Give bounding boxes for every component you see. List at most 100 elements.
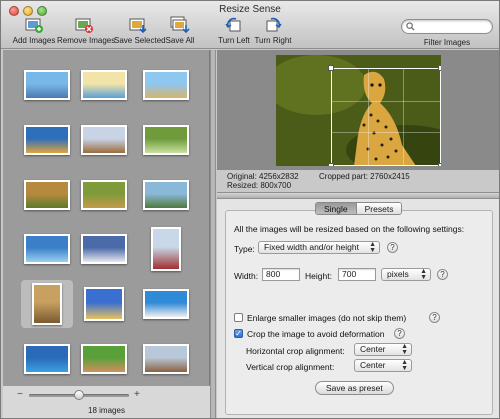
image-thumbnail[interactable] bbox=[81, 234, 127, 264]
image-thumbnail[interactable] bbox=[24, 70, 70, 100]
type-select[interactable]: Fixed width and/or height ▲ ▼ bbox=[258, 241, 380, 254]
thumbnail-image bbox=[145, 127, 187, 153]
remove-images-icon bbox=[75, 18, 93, 33]
thumbnail-size-slider[interactable] bbox=[29, 390, 129, 400]
image-thumbnail[interactable] bbox=[32, 283, 62, 325]
select-arrows-icon: ▲ ▼ bbox=[401, 343, 408, 356]
width-field[interactable]: 800 bbox=[262, 268, 300, 281]
help-icon[interactable]: ? bbox=[387, 242, 398, 253]
thumbnail-image bbox=[26, 346, 68, 372]
remove-images-button[interactable]: Remove Images bbox=[57, 16, 115, 45]
crop-handle-top-right[interactable] bbox=[438, 65, 441, 71]
save-all-button[interactable]: Save All bbox=[163, 16, 197, 45]
height-label: Height: bbox=[305, 271, 332, 281]
vertical-splitter[interactable] bbox=[210, 50, 216, 418]
image-thumbnail[interactable] bbox=[81, 180, 127, 210]
crop-handle-bottom-left[interactable] bbox=[328, 163, 334, 166]
filter-search-box[interactable] bbox=[401, 19, 493, 34]
thumbnail-image bbox=[26, 72, 68, 98]
horizontal-splitter[interactable] bbox=[217, 192, 499, 199]
image-thumbnail[interactable] bbox=[24, 125, 70, 155]
turn-left-button[interactable]: Turn Left bbox=[217, 16, 251, 45]
mode-tabs: Single Presets bbox=[315, 202, 403, 215]
filter-images-label: Filter Images bbox=[423, 38, 471, 47]
width-label: Width: bbox=[234, 271, 259, 281]
crop-selection[interactable] bbox=[328, 65, 441, 166]
rotate-right-icon bbox=[266, 17, 282, 32]
save-selected-button[interactable]: Save Selected bbox=[114, 16, 166, 45]
crop-handle-bottom-right[interactable] bbox=[438, 163, 441, 166]
help-icon[interactable]: ? bbox=[429, 312, 440, 323]
app-window: Resize Sense Add Images Remove Images Sa… bbox=[0, 0, 500, 419]
thumbnail-image bbox=[145, 182, 187, 208]
select-arrows-icon: ▲ ▼ bbox=[420, 268, 427, 281]
save-all-icon bbox=[170, 16, 190, 34]
select-arrows-icon: ▲ ▼ bbox=[401, 359, 408, 372]
settings-intro: All the images will be resized based on … bbox=[234, 224, 465, 234]
thumbnail-image bbox=[86, 289, 122, 319]
preview-area bbox=[217, 50, 499, 170]
resized-size-label: Resized: 800x700 bbox=[227, 181, 292, 190]
thumbnail-image bbox=[83, 182, 125, 208]
crop-handle-top-left[interactable] bbox=[328, 65, 334, 71]
save-as-preset-button[interactable]: Save as preset bbox=[315, 381, 394, 395]
thumbnail-image bbox=[83, 72, 125, 98]
original-size-label: Original: 4256x2832 bbox=[227, 172, 299, 181]
enlarge-checkbox[interactable] bbox=[234, 313, 243, 322]
enlarge-label[interactable]: Enlarge smaller images (do not skip them… bbox=[247, 313, 406, 323]
save-selected-icon bbox=[129, 18, 147, 34]
image-info: Original: 4256x2832 Resized: 800x700 Cro… bbox=[217, 170, 499, 192]
thumbnail-image bbox=[153, 229, 179, 269]
vertical-alignment-label: Vertical crop alignment: bbox=[246, 362, 335, 372]
crop-checkbox[interactable]: ✓ bbox=[234, 329, 243, 338]
horizontal-alignment-label: Horizontal crop alignment: bbox=[246, 346, 345, 356]
image-thumbnail[interactable] bbox=[84, 287, 124, 321]
tab-presets[interactable]: Presets bbox=[355, 203, 402, 214]
image-thumbnail[interactable] bbox=[143, 125, 189, 155]
unit-select[interactable]: pixels ▲ ▼ bbox=[381, 268, 431, 281]
type-label: Type: bbox=[234, 244, 255, 254]
help-icon[interactable]: ? bbox=[437, 269, 448, 280]
add-images-button[interactable]: Add Images bbox=[10, 16, 58, 45]
search-input[interactable] bbox=[417, 21, 489, 32]
image-thumbnail[interactable] bbox=[81, 344, 127, 374]
turn-right-button[interactable]: Turn Right bbox=[253, 16, 293, 45]
thumbnail-image bbox=[34, 285, 60, 323]
image-thumbnail[interactable] bbox=[143, 70, 189, 100]
help-icon[interactable]: ? bbox=[394, 328, 405, 339]
rotate-left-icon bbox=[225, 17, 241, 32]
zoom-out-icon[interactable]: − bbox=[17, 389, 23, 400]
thumbnail-image bbox=[26, 236, 68, 262]
select-arrows-icon: ▲ ▼ bbox=[369, 241, 376, 254]
vertical-alignment-select[interactable]: Center ▲ ▼ bbox=[354, 359, 412, 372]
crop-label[interactable]: Crop the image to avoid deformation bbox=[247, 329, 385, 339]
thumbnail-image bbox=[83, 127, 125, 153]
thumbnail-image bbox=[26, 182, 68, 208]
image-thumbnail[interactable] bbox=[24, 344, 70, 374]
zoom-in-icon[interactable]: + bbox=[134, 389, 140, 400]
image-thumbnail[interactable] bbox=[24, 234, 70, 264]
image-thumbnail[interactable] bbox=[143, 344, 189, 374]
thumbnail-grid bbox=[3, 50, 210, 385]
image-thumbnail[interactable] bbox=[151, 227, 181, 271]
image-thumbnail[interactable] bbox=[24, 180, 70, 210]
thumbnail-image bbox=[145, 72, 187, 98]
thumbnail-image bbox=[83, 346, 125, 372]
height-field[interactable]: 700 bbox=[338, 268, 376, 281]
image-thumbnail[interactable] bbox=[81, 125, 127, 155]
thumbnail-image bbox=[145, 346, 187, 372]
add-images-icon bbox=[25, 18, 43, 33]
image-thumbnail[interactable] bbox=[143, 180, 189, 210]
thumbnail-image bbox=[145, 291, 187, 317]
tab-single[interactable]: Single bbox=[316, 203, 356, 214]
slider-knob[interactable] bbox=[74, 390, 84, 400]
window-title: Resize Sense bbox=[219, 4, 281, 15]
image-thumbnail[interactable] bbox=[143, 289, 189, 319]
thumbnail-footer: − + 18 images bbox=[3, 385, 210, 418]
cropped-size-label: Cropped part: 2760x2415 bbox=[319, 172, 410, 181]
image-thumbnail[interactable] bbox=[81, 70, 127, 100]
search-icon bbox=[406, 22, 415, 31]
horizontal-alignment-select[interactable]: Center ▲ ▼ bbox=[354, 343, 412, 356]
thumbnail-image bbox=[26, 127, 68, 153]
image-count-label: 18 images bbox=[88, 406, 125, 415]
